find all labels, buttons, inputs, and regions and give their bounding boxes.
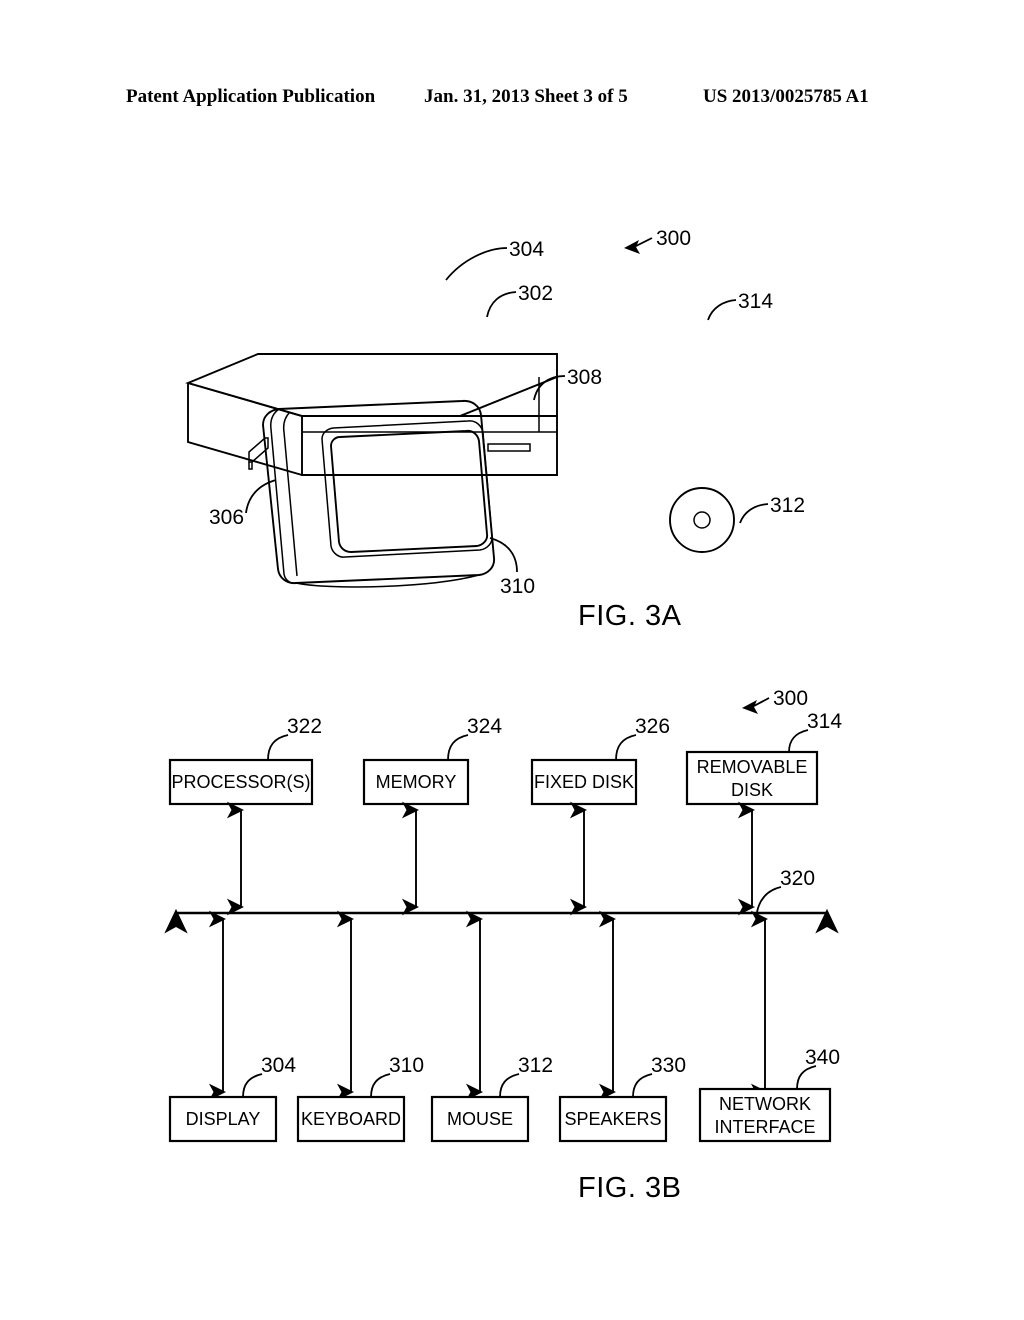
ref-label-330: 330 (651, 1054, 686, 1077)
ref-302-fig3a: 302 (486, 282, 553, 318)
block-speakers[interactable]: SPEAKERS (558, 1095, 668, 1143)
ref-label-314-fig3a: 314 (738, 290, 773, 313)
block-label-keyboard: KEYBOARD (301, 1109, 401, 1129)
block-label-speakers: SPEAKERS (564, 1109, 661, 1129)
figure-3b-caption: FIG. 3B (578, 1172, 682, 1204)
ref-314-fig3a: 314 (707, 290, 773, 321)
ref-label-312-fig3b: 312 (518, 1054, 553, 1077)
ref-label-312-fig3a: 312 (770, 494, 805, 517)
block-label-network-interface-line1: NETWORK (719, 1094, 811, 1114)
ref-312-fig3b: 312 (499, 1054, 553, 1098)
block-label-memory: MEMORY (376, 772, 457, 792)
block-label-removable-disk-line1: REMOVABLE (697, 757, 808, 777)
bus-connectors-top (226, 801, 756, 916)
ref-322: 322 (267, 715, 322, 761)
block-processors[interactable]: PROCESSOR(S) (168, 758, 314, 806)
ref-304-fig3a: 304 (445, 238, 544, 281)
block-label-network-interface-line2: INTERFACE (714, 1117, 815, 1137)
ref-300-fig3a: 300 (624, 227, 691, 254)
ref-330: 330 (632, 1054, 686, 1098)
ref-308-fig3a: 308 (533, 366, 602, 401)
ref-label-324: 324 (467, 715, 502, 738)
block-fixed-disk[interactable]: FIXED DISK (530, 758, 638, 806)
block-removable-disk[interactable]: REMOVABLE DISK (685, 750, 819, 806)
header-publication-title: Patent Application Publication (126, 86, 376, 107)
block-label-processors: PROCESSOR(S) (171, 772, 310, 792)
removable-disk-illustration (669, 487, 735, 553)
ref-310-fig3b: 310 (370, 1054, 424, 1098)
block-keyboard[interactable]: KEYBOARD (296, 1095, 406, 1143)
ref-340: 340 (796, 1046, 840, 1090)
ref-300-fig3b: 300 (742, 687, 808, 714)
ref-label-300-fig3b: 300 (773, 687, 808, 710)
ref-label-304-fig3a: 304 (509, 238, 544, 261)
figure-3a-caption: FIG. 3A (578, 600, 682, 632)
ref-label-326: 326 (635, 715, 670, 738)
display-screen-surface (330, 429, 489, 553)
ref-314-fig3b: 314 (788, 710, 842, 753)
block-mouse[interactable]: MOUSE (430, 1095, 530, 1143)
monitor-illustration (248, 399, 495, 588)
ref-label-306-fig3a: 306 (209, 506, 244, 529)
base-unit-illustration (185, 353, 558, 476)
ref-310-fig3a: 310 (489, 537, 535, 598)
ref-label-300-fig3a: 300 (656, 227, 691, 250)
ref-304-fig3b: 304 (242, 1054, 296, 1098)
ref-label-304-fig3b: 304 (261, 1054, 296, 1077)
ref-label-310-fig3a: 310 (500, 575, 535, 598)
ref-label-308-fig3a: 308 (567, 366, 602, 389)
ref-label-320: 320 (780, 867, 815, 890)
header-date-sheet: Jan. 31, 2013 Sheet 3 of 5 (424, 86, 628, 107)
ref-label-302-fig3a: 302 (518, 282, 553, 305)
ref-326: 326 (615, 715, 670, 761)
ref-306-fig3a: 306 (209, 479, 277, 529)
header-patent-number: US 2013/0025785 A1 (703, 86, 869, 107)
block-label-display: DISPLAY (186, 1109, 261, 1129)
figure-3b-diagram: 300 PROCESSOR(S) 322 MEMORY 324 FIXED DI… (164, 687, 842, 1143)
figure-3a-drawing: 300 304 302 308 306 310 312 314 (185, 227, 805, 598)
ref-324: 324 (447, 715, 502, 761)
block-memory[interactable]: MEMORY (362, 758, 470, 806)
block-display[interactable]: DISPLAY (168, 1095, 278, 1143)
ref-label-314-fig3b: 314 (807, 710, 842, 733)
page-header: Patent Application Publication Jan. 31, … (0, 86, 1024, 112)
block-network-interface[interactable]: NETWORK INTERFACE (698, 1087, 832, 1143)
ref-312-fig3a: 312 (739, 494, 805, 524)
block-label-removable-disk-line2: DISK (731, 780, 773, 800)
ref-label-340: 340 (805, 1046, 840, 1069)
ref-320: 320 (756, 867, 815, 913)
block-label-mouse: MOUSE (447, 1109, 513, 1129)
block-label-fixed-disk: FIXED DISK (534, 772, 634, 792)
ref-label-322: 322 (287, 715, 322, 738)
ref-label-310-fig3b: 310 (389, 1054, 424, 1077)
